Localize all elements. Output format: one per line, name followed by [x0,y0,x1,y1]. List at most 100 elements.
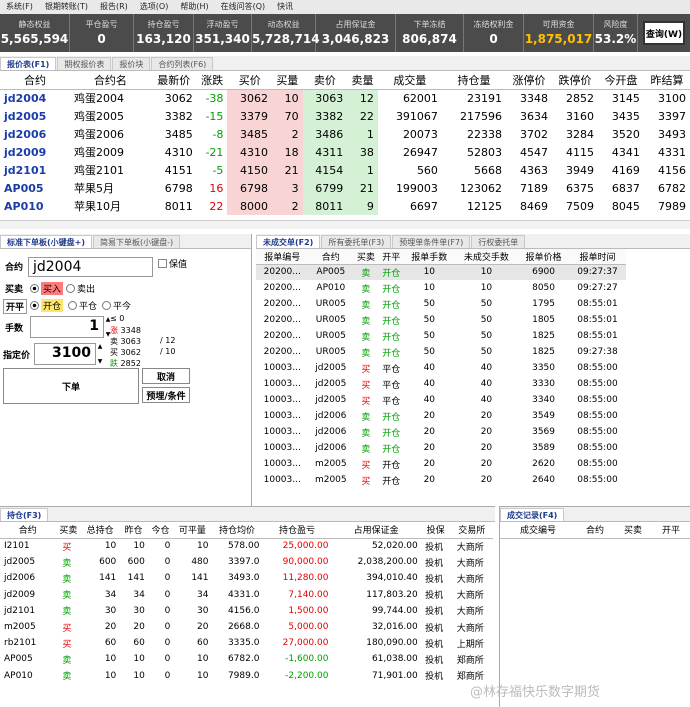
position-row[interactable]: rb2101 买 60 60 0 60 3335.0 27,000.00 180,090.00 投… [0,635,493,651]
contract-input[interactable]: jd2004 [28,257,153,277]
pending-row[interactable]: 10003... jd2006 卖开仓 20 20 3569 08:55:00 [256,424,626,440]
column-header[interactable]: 持仓盈亏 [262,522,332,539]
tab-pending-0[interactable]: 未成交单(F2) [256,235,321,248]
position-row[interactable]: jd2101 卖 30 30 0 30 4156.0 1,500.00 99,744.00 投机 大… [0,603,493,619]
position-row[interactable]: m2005 买 20 20 0 20 2668.0 5,000.00 32,016.00 投机 大商… [0,619,493,635]
bid-price-row[interactable]: 买 3062 [110,347,141,358]
menu-item[interactable]: 快讯 [271,0,299,14]
column-header[interactable]: 卖价 [302,71,348,90]
hedge-checkbox[interactable]: 保值 [158,257,187,270]
pending-row[interactable]: 10003... jd2006 卖开仓 20 20 3549 08:55:00 [256,408,626,424]
column-header[interactable]: 合约 [575,522,614,539]
column-header[interactable]: 报单时间 [568,249,626,265]
column-header[interactable]: 总持仓 [81,522,120,539]
pending-row[interactable]: 20200... UR005 卖开仓 50 50 1795 08:55:01 [256,296,626,312]
column-header[interactable]: 今仓 [147,522,174,539]
column-header[interactable]: 交易所 [450,522,493,539]
tab-quote-1[interactable]: 期权报价表 [57,57,112,70]
tab-pending-3[interactable]: 行权委托单 [471,235,526,248]
query-button[interactable]: 查询(W) [643,21,685,45]
ask-price-row[interactable]: 卖 3063 [110,336,141,347]
quote-horizontal-scrollbar[interactable] [0,220,690,229]
pending-row[interactable]: 20200... AP010 卖开仓 10 10 8050 09:27:27 [256,280,626,296]
tab-quote-0[interactable]: 报价表(F1) [0,57,57,70]
column-header[interactable]: 开平 [378,249,404,265]
column-header[interactable]: 买卖 [613,522,652,539]
position-row[interactable]: jd2005 卖 600 600 0 480 3397.0 90,000.00 2,038,20… [0,554,493,570]
column-header[interactable]: 买价 [227,71,272,90]
position-row[interactable]: jd2006 卖 141 141 0 141 3493.0 11,280.00 394,010.… [0,570,493,586]
tab-positions[interactable]: 持仓(F3) [0,508,49,521]
menu-item[interactable]: 帮助(H) [174,0,214,14]
pending-row[interactable]: 10003... m2005 买开仓 20 20 2620 08:55:00 [256,456,626,472]
quote-row[interactable]: jd2004 鸡蛋2004 3062 -38 3062 10 3063 12 62001 2319… [0,89,690,107]
cancel-button[interactable]: 取消 [142,368,190,384]
quote-row[interactable]: AP010 苹果10月 8011 22 8000 2 8011 9 6697 12125 8469 7… [0,197,690,215]
quote-row[interactable]: jd2006 鸡蛋2006 3485 -8 3485 2 3486 1 20073 22338 37… [0,125,690,143]
column-header[interactable]: 合约 [0,71,71,90]
quote-row[interactable]: jd2009 鸡蛋2009 4310 -21 4310 18 4311 38 26947 5280… [0,143,690,161]
column-header[interactable]: 报单价格 [518,249,569,265]
menu-item[interactable]: 系统(F) [0,0,39,14]
position-row[interactable]: I2101 买 10 10 0 10 578.00 25,000.00 52,020.00 投机 大… [0,538,493,554]
pending-row[interactable]: 10003... jd2006 卖开仓 20 20 3589 08:55:00 [256,440,626,456]
column-header[interactable]: 持仓量 [441,71,507,90]
tab-pending-2[interactable]: 预埋单条件单(F7) [392,235,471,248]
quote-row[interactable]: AP005 苹果5月 6798 16 6798 3 6799 21 199003 123062 71… [0,179,690,197]
price-stepper[interactable]: ▲ ▼ [96,343,104,365]
pending-row[interactable]: 20200... UR005 卖开仓 50 50 1825 08:55:01 [256,328,626,344]
sell-radio[interactable]: 卖出 [66,282,95,295]
open-radio[interactable]: 开仓 [30,299,64,312]
column-header[interactable]: 昨结算 [643,71,690,90]
preorder-button[interactable]: 预埋/条件 [142,387,190,403]
menu-item[interactable]: 报告(R) [94,0,134,14]
column-header[interactable]: 未成交手数 [454,249,519,265]
column-header[interactable]: 可平量 [173,522,212,539]
column-header[interactable]: 占用保证金 [331,522,421,539]
tab-quote-3[interactable]: 合约列表(F6) [151,57,214,70]
down-arrow-icon[interactable]: ▼ [98,358,103,365]
pending-row[interactable]: 20200... AP005 卖开仓 10 10 6900 09:27:37 [256,264,626,280]
tab-quote-2[interactable]: 报价块 [112,57,151,70]
column-header[interactable]: 买量 [272,71,303,90]
column-header[interactable]: 持仓均价 [211,522,263,539]
pending-row[interactable]: 20200... UR005 卖开仓 50 50 1805 08:55:01 [256,312,626,328]
column-header[interactable]: 投保 [420,522,451,539]
column-header[interactable]: 成交编号 [500,522,576,539]
column-header[interactable]: 今开盘 [597,71,644,90]
column-header[interactable]: 报单编号 [256,249,309,265]
tab-order-0[interactable]: 标准下单板(小键盘+) [0,235,93,248]
up-arrow-icon[interactable]: ▲ [98,343,103,350]
buy-radio[interactable]: 买入 [30,282,64,295]
quote-row[interactable]: jd2101 鸡蛋2101 4151 -5 4150 21 4154 1 560 5668 4363… [0,161,690,179]
column-header[interactable]: 跌停价 [551,71,598,90]
column-header[interactable]: 买卖 [353,249,379,265]
column-header[interactable]: 昨仓 [119,522,148,539]
tab-pending-1[interactable]: 所有委托单(F3) [321,235,392,248]
column-header[interactable]: 买卖 [55,522,82,539]
price-input[interactable]: 3100 [34,343,96,365]
column-header[interactable]: 涨跌 [196,71,228,90]
qty-input[interactable]: 1 [30,316,104,338]
column-header[interactable]: 合约名 [70,71,151,90]
tab-order-1[interactable]: 简易下单板(小键盘-) [93,235,181,248]
pending-row[interactable]: 10003... jd2005 买平仓 40 40 3350 08:55:00 [256,360,626,376]
pending-row[interactable]: 10003... jd2005 买平仓 40 40 3340 08:55:00 [256,392,626,408]
quote-row[interactable]: jd2005 鸡蛋2005 3382 -15 3379 70 3382 22 391067 217… [0,107,690,125]
column-header[interactable]: 最新价 [150,71,197,90]
menu-item[interactable]: 在线问答(Q) [215,0,272,14]
column-header[interactable]: 成交量 [377,71,442,90]
close-radio[interactable]: 平仓 [68,299,97,312]
tab-deals[interactable]: 成交记录(F4) [500,508,565,521]
column-header[interactable]: 开平 [651,522,690,539]
position-row[interactable]: AP010 卖 10 10 0 10 7989.0 -2,200.00 71,901.00 投机郑… [0,668,493,684]
column-header[interactable]: 卖量 [347,71,378,90]
menu-item[interactable]: 选项(O) [134,0,175,14]
column-header[interactable]: 合约 [0,522,56,539]
closetoday-radio[interactable]: 平今 [102,299,131,312]
position-row[interactable]: jd2009 卖 34 34 0 34 4331.0 7,140.00 117,803.20 投机… [0,587,493,603]
pending-row[interactable]: 20200... UR005 卖开仓 50 50 1825 09:27:38 [256,344,626,360]
column-header[interactable]: 涨停价 [506,71,552,90]
submit-order-button[interactable]: 下单 [3,368,139,404]
pending-row[interactable]: 10003... jd2005 买平仓 40 40 3330 08:55:00 [256,376,626,392]
